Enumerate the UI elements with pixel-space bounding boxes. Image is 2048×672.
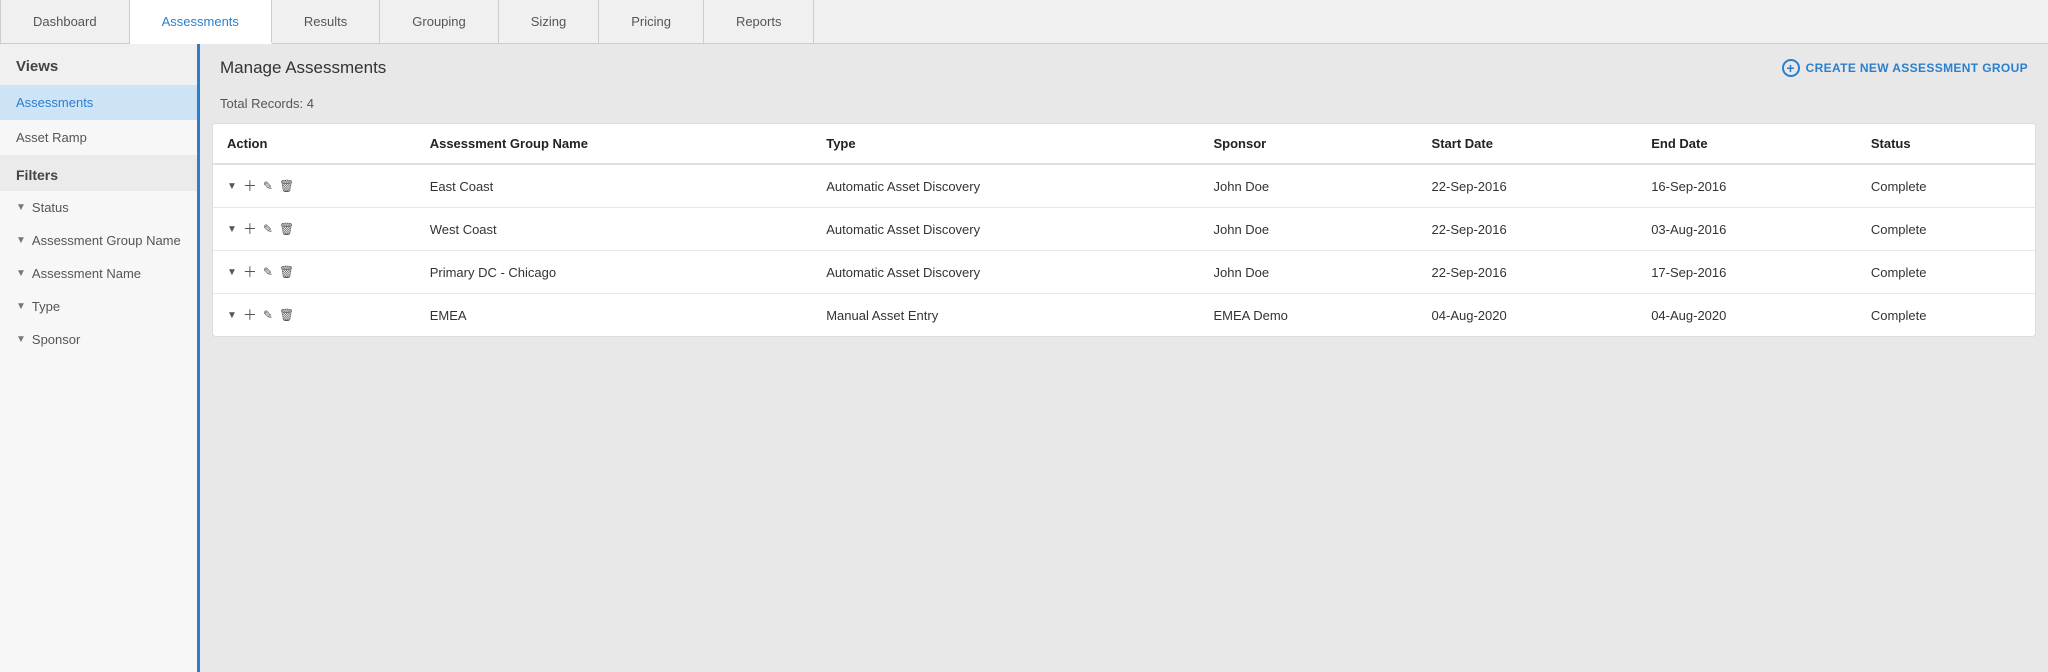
cell-assessment-group-name: East Coast <box>416 164 813 208</box>
cell-start-date: 22-Sep-2016 <box>1418 164 1638 208</box>
record-count: Total Records: 4 <box>200 92 2048 123</box>
cell-sponsor: John Doe <box>1199 164 1417 208</box>
filter-sponsor-label: Sponsor <box>32 332 80 347</box>
cell-start-date: 04-Aug-2020 <box>1418 294 1638 337</box>
filter-assessment-name[interactable]: ▼ Assessment Name <box>0 257 197 290</box>
col-sponsor: Sponsor <box>1199 124 1417 164</box>
content-area: Manage Assessments + CREATE NEW ASSESSME… <box>200 44 2048 672</box>
col-type: Type <box>812 124 1199 164</box>
cell-sponsor: John Doe <box>1199 251 1417 294</box>
cell-status: Complete <box>1857 208 2035 251</box>
add-icon[interactable]: ＋ <box>243 305 257 325</box>
expand-icon[interactable]: ▼ <box>227 224 237 235</box>
cell-assessment-group-name: Primary DC - Chicago <box>416 251 813 294</box>
sidebar-item-assessments[interactable]: Assessments <box>0 85 197 120</box>
main-layout: Views Assessments Asset Ramp Filters ▼ S… <box>0 44 2048 672</box>
col-status: Status <box>1857 124 2035 164</box>
filter-status-label: Status <box>32 200 69 215</box>
delete-icon[interactable]: 🗑 <box>279 265 294 279</box>
chevron-down-icon: ▼ <box>16 301 26 312</box>
tab-pricing[interactable]: Pricing <box>599 0 704 43</box>
create-new-assessment-group-button[interactable]: + CREATE NEW ASSESSMENT GROUP <box>1782 59 2028 77</box>
expand-icon[interactable]: ▼ <box>227 267 237 278</box>
cell-status: Complete <box>1857 251 2035 294</box>
cell-end-date: 04-Aug-2020 <box>1637 294 1857 337</box>
col-action: Action <box>213 124 416 164</box>
table-row: ▼ ＋ ✎ 🗑 EMEAManual Asset EntryEMEA Demo0… <box>213 294 2035 337</box>
sidebar: Views Assessments Asset Ramp Filters ▼ S… <box>0 44 200 672</box>
views-title: Views <box>0 44 197 85</box>
tab-assessments[interactable]: Assessments <box>130 0 272 44</box>
filter-type-label: Type <box>32 299 60 314</box>
delete-icon[interactable]: 🗑 <box>279 308 294 322</box>
tab-dashboard[interactable]: Dashboard <box>0 0 130 43</box>
cell-start-date: 22-Sep-2016 <box>1418 251 1638 294</box>
col-assessment-group-name: Assessment Group Name <box>416 124 813 164</box>
filter-assessment-name-label: Assessment Name <box>32 266 141 281</box>
delete-icon[interactable]: 🗑 <box>279 179 294 193</box>
create-button-label: CREATE NEW ASSESSMENT GROUP <box>1806 61 2028 75</box>
table-header-row: Action Assessment Group Name Type Sponso… <box>213 124 2035 164</box>
chevron-down-icon: ▼ <box>16 334 26 345</box>
cell-sponsor: EMEA Demo <box>1199 294 1417 337</box>
chevron-down-icon: ▼ <box>16 202 26 213</box>
edit-icon[interactable]: ✎ <box>263 222 273 236</box>
cell-status: Complete <box>1857 164 2035 208</box>
tab-grouping[interactable]: Grouping <box>380 0 498 43</box>
page-title: Manage Assessments <box>220 58 386 78</box>
expand-icon[interactable]: ▼ <box>227 181 237 192</box>
edit-icon[interactable]: ✎ <box>263 308 273 322</box>
cell-assessment-group-name: West Coast <box>416 208 813 251</box>
cell-type: Automatic Asset Discovery <box>812 251 1199 294</box>
add-icon[interactable]: ＋ <box>243 176 257 196</box>
cell-end-date: 16-Sep-2016 <box>1637 164 1857 208</box>
cell-status: Complete <box>1857 294 2035 337</box>
filters-title: Filters <box>0 155 197 191</box>
assessments-table: Action Assessment Group Name Type Sponso… <box>213 124 2035 336</box>
table-row: ▼ ＋ ✎ 🗑 West CoastAutomatic Asset Discov… <box>213 208 2035 251</box>
cell-end-date: 03-Aug-2016 <box>1637 208 1857 251</box>
filter-status[interactable]: ▼ Status <box>0 191 197 224</box>
row-action-icons: ▼ ＋ ✎ 🗑 <box>227 262 402 282</box>
row-action-icons: ▼ ＋ ✎ 🗑 <box>227 219 402 239</box>
cell-type: Automatic Asset Discovery <box>812 164 1199 208</box>
add-icon[interactable]: ＋ <box>243 219 257 239</box>
cell-type: Automatic Asset Discovery <box>812 208 1199 251</box>
edit-icon[interactable]: ✎ <box>263 265 273 279</box>
expand-icon[interactable]: ▼ <box>227 310 237 321</box>
col-end-date: End Date <box>1637 124 1857 164</box>
table-row: ▼ ＋ ✎ 🗑 Primary DC - ChicagoAutomatic As… <box>213 251 2035 294</box>
filter-assessment-group-name[interactable]: ▼ Assessment Group Name <box>0 224 197 257</box>
top-nav: Dashboard Assessments Results Grouping S… <box>0 0 2048 44</box>
edit-icon[interactable]: ✎ <box>263 179 273 193</box>
filter-assessment-group-name-label: Assessment Group Name <box>32 233 181 248</box>
plus-circle-icon: + <box>1782 59 1800 77</box>
filter-type[interactable]: ▼ Type <box>0 290 197 323</box>
assessments-table-card: Action Assessment Group Name Type Sponso… <box>212 123 2036 337</box>
row-action-icons: ▼ ＋ ✎ 🗑 <box>227 305 402 325</box>
table-row: ▼ ＋ ✎ 🗑 East CoastAutomatic Asset Discov… <box>213 164 2035 208</box>
col-start-date: Start Date <box>1418 124 1638 164</box>
chevron-down-icon: ▼ <box>16 268 26 279</box>
cell-sponsor: John Doe <box>1199 208 1417 251</box>
chevron-down-icon: ▼ <box>16 235 26 246</box>
delete-icon[interactable]: 🗑 <box>279 222 294 236</box>
cell-start-date: 22-Sep-2016 <box>1418 208 1638 251</box>
cell-end-date: 17-Sep-2016 <box>1637 251 1857 294</box>
tab-reports[interactable]: Reports <box>704 0 815 43</box>
filter-sponsor[interactable]: ▼ Sponsor <box>0 323 197 356</box>
content-header: Manage Assessments + CREATE NEW ASSESSME… <box>200 44 2048 92</box>
tab-sizing[interactable]: Sizing <box>499 0 599 43</box>
tab-results[interactable]: Results <box>272 0 380 43</box>
row-action-icons: ▼ ＋ ✎ 🗑 <box>227 176 402 196</box>
sidebar-item-asset-ramp[interactable]: Asset Ramp <box>0 120 197 155</box>
cell-assessment-group-name: EMEA <box>416 294 813 337</box>
cell-type: Manual Asset Entry <box>812 294 1199 337</box>
add-icon[interactable]: ＋ <box>243 262 257 282</box>
